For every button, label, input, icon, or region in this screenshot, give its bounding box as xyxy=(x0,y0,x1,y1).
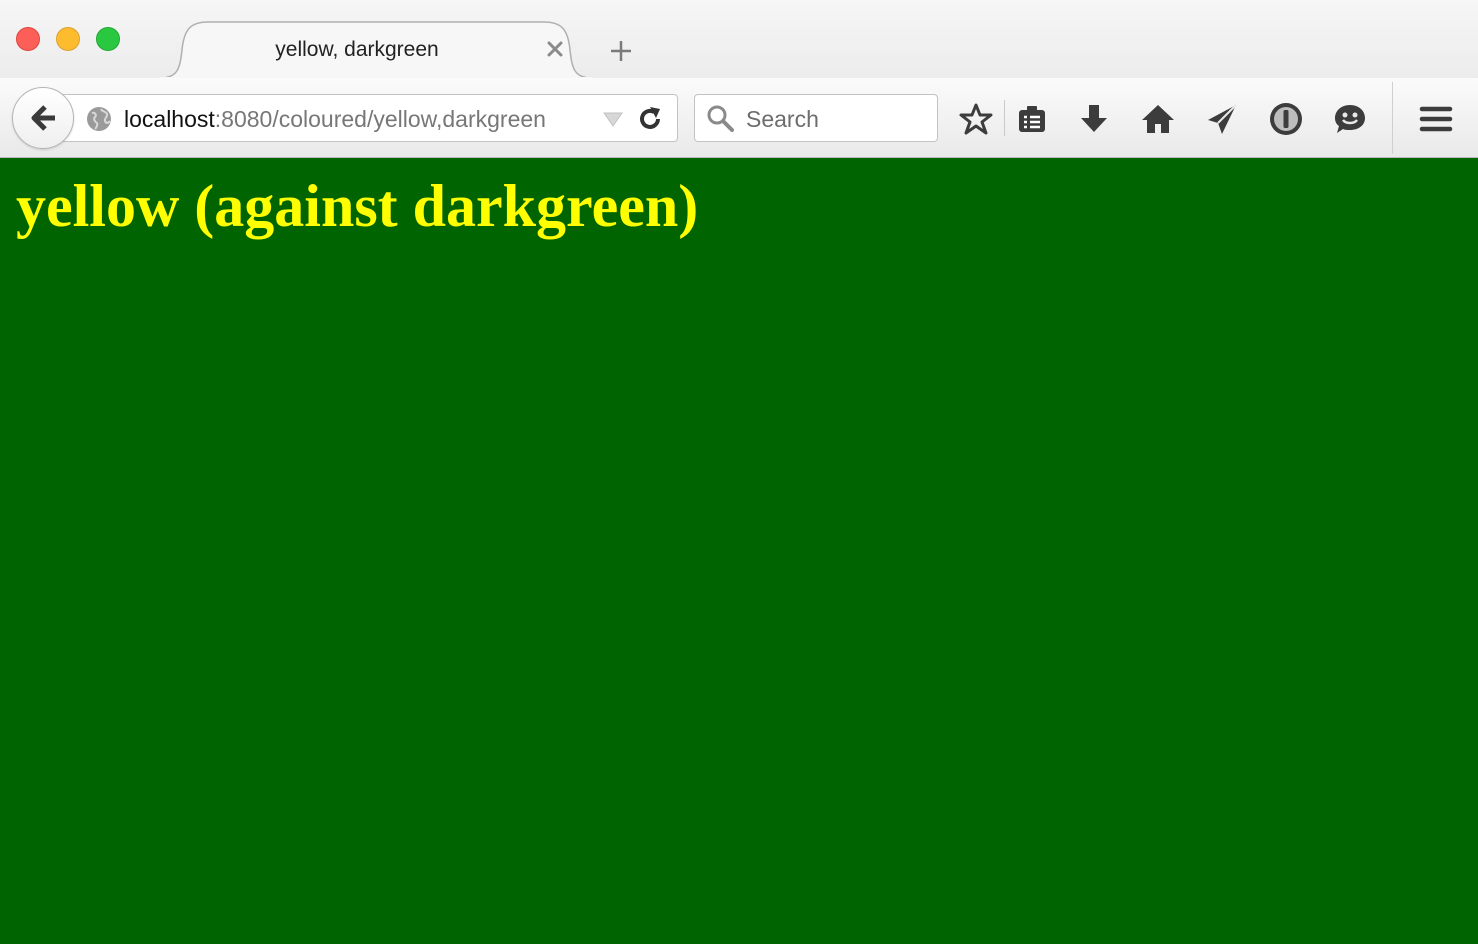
window-minimize-button[interactable] xyxy=(56,27,80,51)
window-close-button[interactable] xyxy=(16,27,40,51)
download-icon[interactable] xyxy=(1076,101,1112,137)
url-path: :8080/coloured/yellow,darkgreen xyxy=(214,106,546,132)
search-input[interactable] xyxy=(746,106,926,132)
page-content: yellow (against darkgreen) xyxy=(0,158,1478,944)
browser-window: yellow, darkgreen localhost:8080/coloure… xyxy=(0,0,1478,944)
reading-list-icon[interactable] xyxy=(1014,101,1050,137)
tab-active[interactable]: yellow, darkgreen xyxy=(160,20,592,80)
tab-close-icon[interactable] xyxy=(544,38,566,60)
bookmark-star-icon[interactable] xyxy=(958,101,994,137)
url-host: localhost xyxy=(124,106,215,132)
page-heading: yellow (against darkgreen) xyxy=(16,173,699,239)
url-text[interactable]: localhost:8080/coloured/yellow,darkgreen xyxy=(124,106,546,133)
back-arrow-icon xyxy=(31,105,55,131)
home-icon[interactable] xyxy=(1140,101,1176,137)
chat-icon[interactable] xyxy=(1332,101,1368,137)
hamburger-menu-icon[interactable] xyxy=(1418,101,1454,137)
url-history-dropdown-icon[interactable] xyxy=(602,110,624,128)
window-maximize-button[interactable] xyxy=(96,27,120,51)
new-tab-button[interactable] xyxy=(606,36,636,66)
tab-title: yellow, darkgreen xyxy=(275,38,439,61)
plus-icon xyxy=(611,41,631,61)
tab-strip: yellow, darkgreen xyxy=(0,0,1478,80)
password-manager-icon[interactable] xyxy=(1268,101,1304,137)
back-button[interactable] xyxy=(12,87,74,149)
toolbar-separator xyxy=(1392,82,1393,154)
send-icon[interactable] xyxy=(1204,101,1240,137)
reload-icon[interactable] xyxy=(636,105,664,133)
toolbar-separator xyxy=(1004,100,1005,136)
globe-icon xyxy=(87,107,111,131)
search-icon xyxy=(707,105,734,132)
